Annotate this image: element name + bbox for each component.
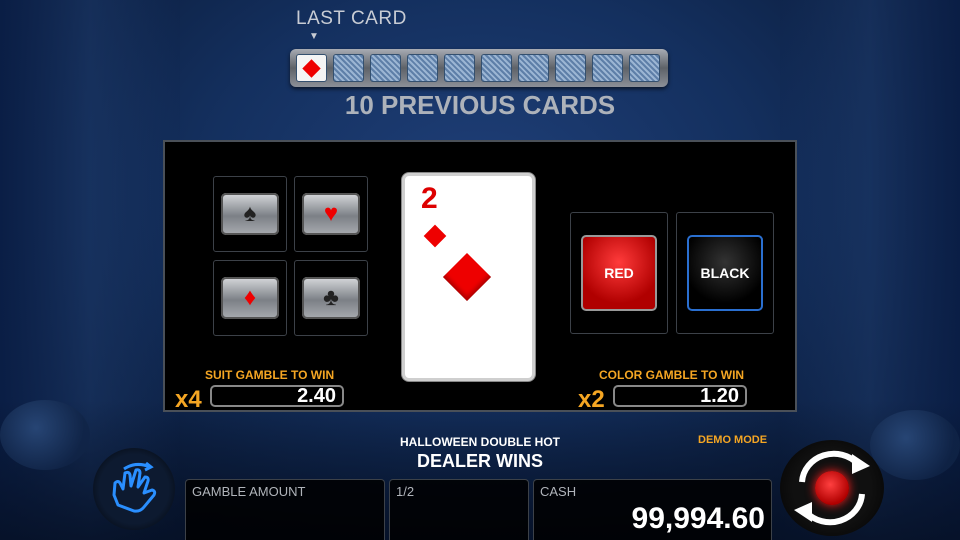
history-card-facedown — [481, 54, 512, 82]
card-rank: 2 — [421, 182, 438, 215]
history-card-facedown — [555, 54, 586, 82]
color-gamble-value: 1.20 — [613, 385, 747, 407]
color-slot-black: BLACK — [676, 212, 774, 334]
gamble-amount-label: GAMBLE AMOUNT — [192, 484, 306, 499]
hand-swipe-icon — [112, 461, 157, 513]
suit-gamble-multiplier: x4 — [175, 386, 202, 413]
suit-slot-spade: ♠ — [213, 176, 287, 252]
heart-button[interactable]: ♥ — [302, 193, 360, 235]
last-card-pointer-icon: ▼ — [309, 31, 319, 42]
suit-slot-club: ♣ — [294, 260, 368, 336]
history-card-facedown — [629, 54, 660, 82]
heart-icon: ♥ — [323, 200, 339, 227]
diamond-icon — [302, 58, 321, 78]
cash-value: 99,994.60 — [631, 502, 765, 535]
color-slot-red: RED — [570, 212, 668, 334]
demo-mode-badge: DEMO MODE — [698, 434, 768, 446]
collect-button[interactable] — [93, 448, 175, 530]
club-button[interactable]: ♣ — [302, 277, 360, 319]
history-card-facedown — [333, 54, 364, 82]
suit-slot-diamond: ♦ — [213, 260, 287, 336]
club-icon: ♣ — [323, 284, 339, 311]
gamble-amount-box: GAMBLE AMOUNT — [185, 479, 385, 540]
cash-box: CASH 99,994.60 — [533, 479, 772, 540]
black-button[interactable]: BLACK — [687, 235, 763, 311]
diamond-button[interactable]: ♦ — [221, 277, 279, 319]
spade-icon: ♠ — [243, 200, 257, 227]
red-button[interactable]: RED — [581, 235, 657, 311]
cash-label: CASH — [540, 484, 577, 499]
gamble-step-label: 1/2 — [396, 484, 415, 499]
diamond-icon — [442, 252, 492, 302]
gamble-panel: ♠ ♥ ♦ ♣ 2 RED BLACK SUIT GAMBLE TO WIN x… — [163, 140, 797, 413]
spin-button[interactable] — [780, 440, 884, 536]
color-gamble-title: COLOR GAMBLE TO WIN — [599, 368, 745, 382]
history-card-facedown — [518, 54, 549, 82]
diamond-icon — [423, 224, 447, 248]
diamond-icon: ♦ — [243, 284, 257, 311]
history-card-facedown — [592, 54, 623, 82]
spade-button[interactable]: ♠ — [221, 193, 279, 235]
history-card-facedown — [444, 54, 475, 82]
current-card: 2 — [402, 173, 535, 381]
card-history-strip — [290, 49, 668, 87]
spin-arrows-icon — [794, 450, 870, 526]
color-gamble-multiplier: x2 — [578, 386, 605, 413]
history-card-facedown — [407, 54, 438, 82]
suit-gamble-title: SUIT GAMBLE TO WIN — [205, 368, 335, 382]
last-card-label: LAST CARD — [296, 8, 407, 29]
history-card-facedown — [370, 54, 401, 82]
suit-slot-heart: ♥ — [294, 176, 368, 252]
suit-gamble-value: 2.40 — [210, 385, 344, 407]
history-card-last — [296, 54, 327, 82]
previous-cards-label: 10 PREVIOUS CARDS — [344, 90, 616, 120]
gamble-step-box: 1/2 — [389, 479, 529, 540]
